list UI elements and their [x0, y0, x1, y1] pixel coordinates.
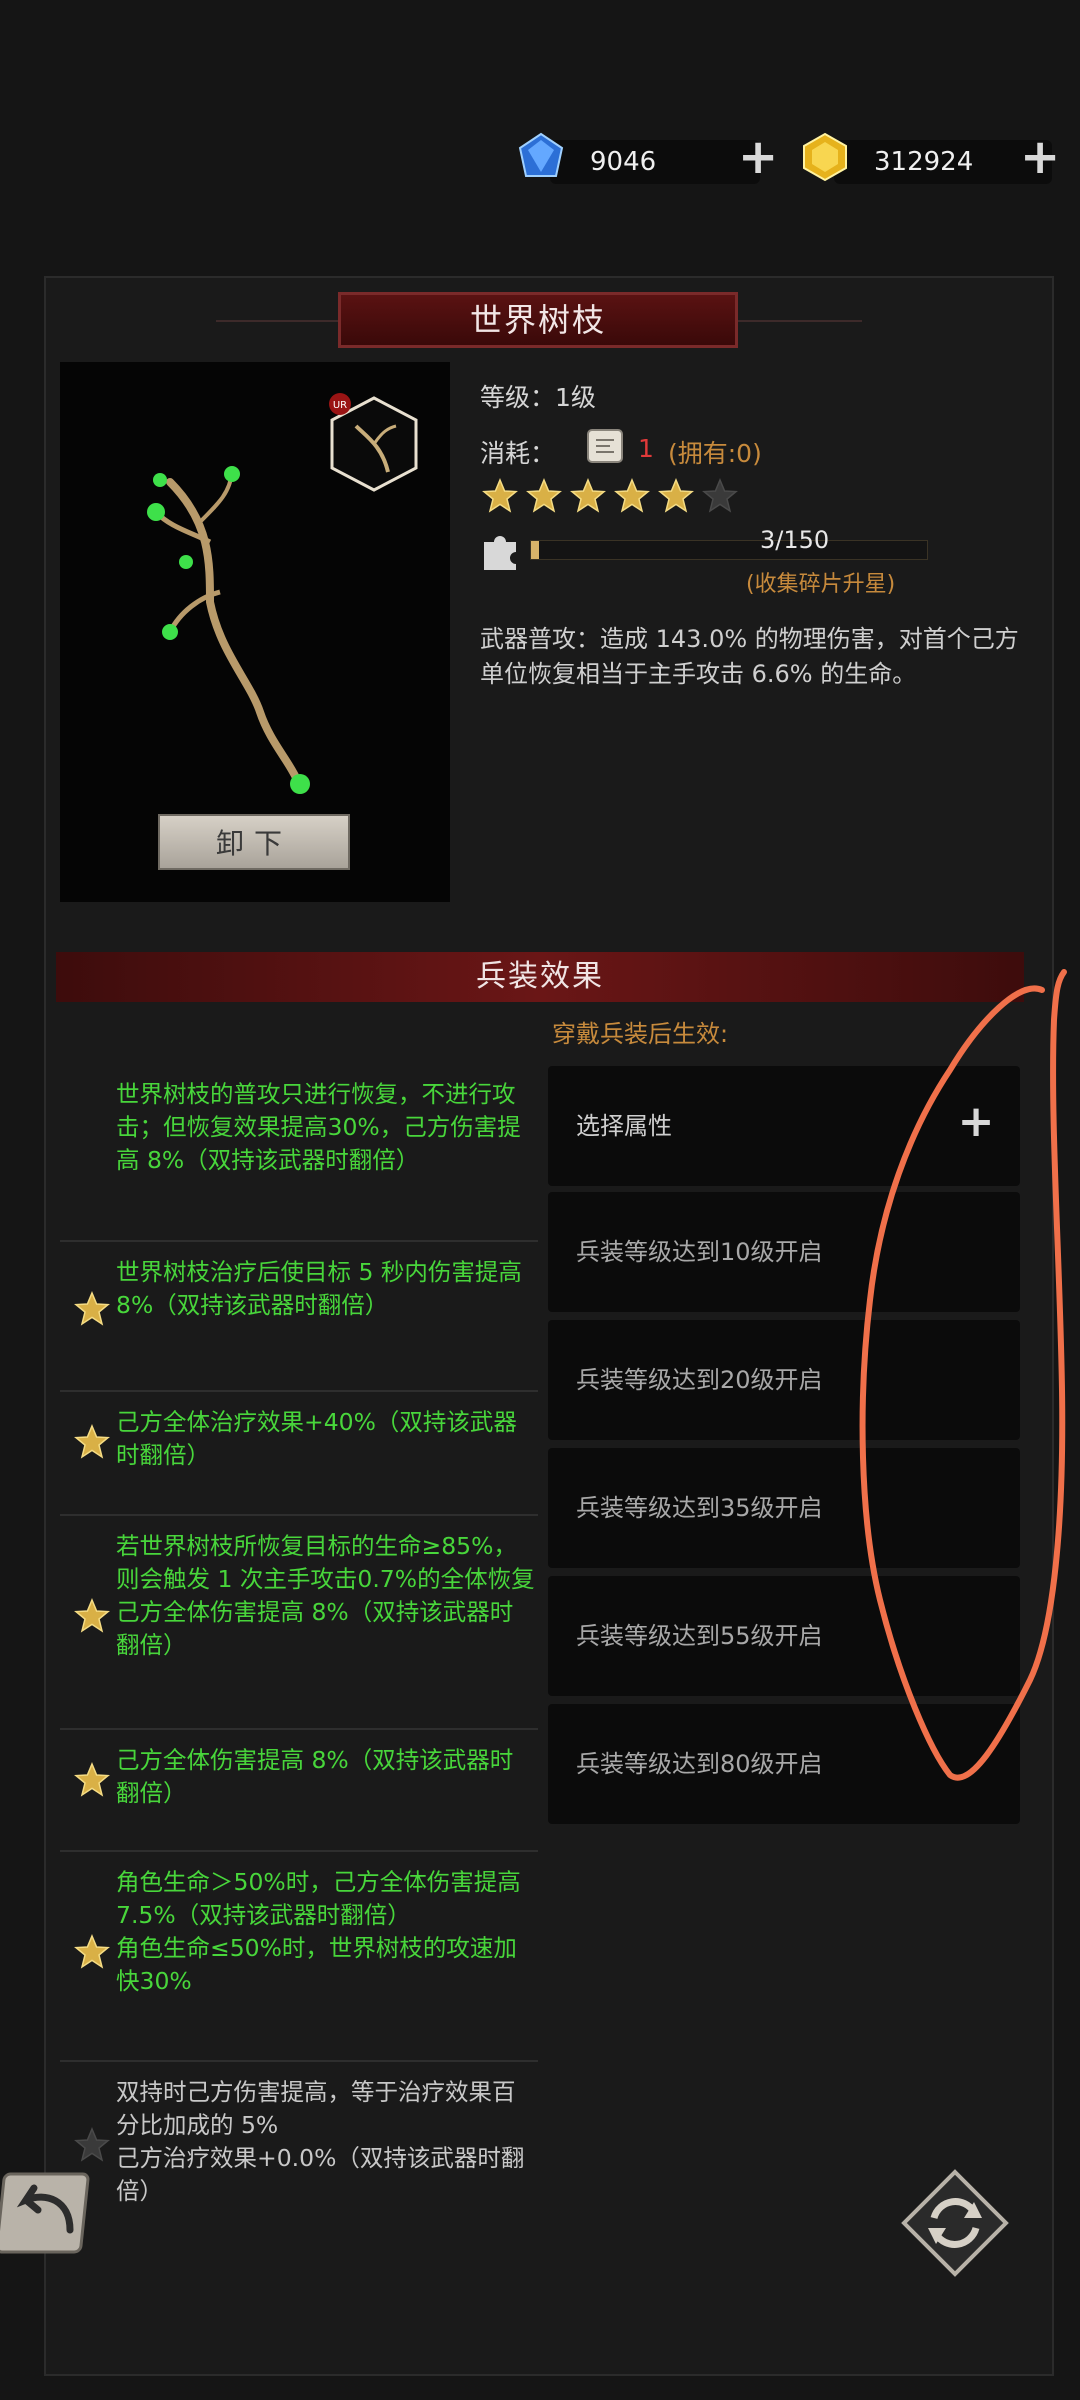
- level-label: 等级：: [480, 383, 556, 412]
- unequip-button[interactable]: 卸下: [158, 814, 350, 870]
- effect-item-2: 世界树枝治疗后使目标 5 秒内伤害提高 8%（双持该武器时翻倍）: [116, 1258, 522, 1319]
- cost-row: 消耗：: [480, 434, 555, 470]
- effective-hint: 穿戴兵装后生效:: [552, 1020, 729, 1048]
- slot-label: 兵装等级达到80级开启: [576, 1750, 823, 1778]
- refresh-icon[interactable]: [900, 2168, 1010, 2278]
- slot-label: 兵装等级达到20级开启: [576, 1366, 823, 1394]
- fragment-count: 3/150: [760, 526, 830, 554]
- scroll-icon: [587, 429, 623, 463]
- effect-item-1: 世界树枝的普攻只进行恢复，不进行攻击；但恢复效果提高30%，己方伤害提高 8%（…: [116, 1080, 521, 1174]
- star-icon: [482, 478, 518, 514]
- effect-item-7: 双持时己方伤害提高，等于治疗效果百分比加成的 5% 己方治疗效果+0.0%（双持…: [116, 2078, 525, 2205]
- back-arrow-icon[interactable]: [0, 2160, 100, 2260]
- gold-count: 312924: [874, 147, 974, 177]
- level-row: 等级：1级: [480, 378, 596, 414]
- star-icon: [702, 478, 738, 514]
- effect-item-6: 角色生命＞50%时，己方全体伤害提高 7.5%（双持该武器时翻倍） 角色生命≤5…: [116, 1868, 521, 1995]
- slot-label: 兵装等级达到10级开启: [576, 1238, 823, 1266]
- star-icon: [614, 478, 650, 514]
- fragment-progress-bar: [530, 540, 928, 560]
- title-divider-right: [738, 320, 862, 322]
- add-gems-button[interactable]: +: [738, 133, 778, 181]
- fragment-hint: (收集碎片升星): [746, 572, 896, 597]
- cost-label: 消耗：: [480, 439, 556, 468]
- effect-star-icon: [74, 1424, 110, 1459]
- effect-divider: [60, 1850, 538, 1852]
- effect-item-4: 若世界树枝所恢复目标的生命≥85%，则会触发 1 次主手攻击0.7%的全体恢复 …: [116, 1532, 535, 1659]
- effect-item-5: 己方全体伤害提高 8%（双持该武器时翻倍）: [116, 1746, 514, 1807]
- rarity-badge-text: UR: [333, 400, 347, 411]
- effect-star-icon: [74, 1762, 110, 1797]
- effect-item-3: 己方全体治疗效果+40%（双持该武器时翻倍）: [116, 1408, 517, 1469]
- star-icon: [570, 478, 606, 514]
- effect-star-icon: [74, 1129, 108, 1163]
- effect-star-icon: [74, 2127, 110, 2162]
- owned-count: (拥有:0): [668, 439, 762, 468]
- effect-divider: [60, 1240, 538, 1242]
- effect-star-icon: [74, 1934, 110, 1969]
- item-badge-icon: UR: [329, 393, 418, 492]
- slot-label: 兵装等级达到55级开启: [576, 1622, 823, 1650]
- gem-icon: [518, 132, 564, 177]
- level-value: 1级: [555, 383, 596, 412]
- star-icon: [526, 478, 562, 514]
- annotation-mark: [859, 969, 1067, 1781]
- add-gold-button[interactable]: +: [1020, 133, 1060, 181]
- puzzle-icon: [484, 536, 516, 570]
- effect-divider: [60, 1390, 538, 1392]
- fragment-progress-fill: [531, 541, 539, 559]
- weapon-description: 武器普攻：造成 143.0% 的物理伤害，对首个己方单位恢复相当于主手攻击 6.…: [480, 625, 1019, 688]
- gem-count: 9046: [590, 147, 657, 177]
- effect-star-icon: [74, 1598, 110, 1633]
- effect-divider: [60, 1728, 538, 1730]
- effect-star-icon: [74, 1291, 110, 1326]
- slot-label: 选择属性: [576, 1112, 672, 1140]
- effect-divider: [60, 1514, 538, 1516]
- gem-counter: 9046: [550, 140, 760, 184]
- title-divider-left: [216, 320, 338, 322]
- effect-divider: [60, 2060, 538, 2062]
- cost-value: 1: [638, 434, 654, 463]
- slot-label: 兵装等级达到35级开启: [576, 1494, 823, 1522]
- star-icon: [658, 478, 694, 514]
- star-rating: [482, 478, 746, 518]
- gold-icon: [803, 132, 847, 182]
- item-title: 世界树枝: [338, 292, 738, 348]
